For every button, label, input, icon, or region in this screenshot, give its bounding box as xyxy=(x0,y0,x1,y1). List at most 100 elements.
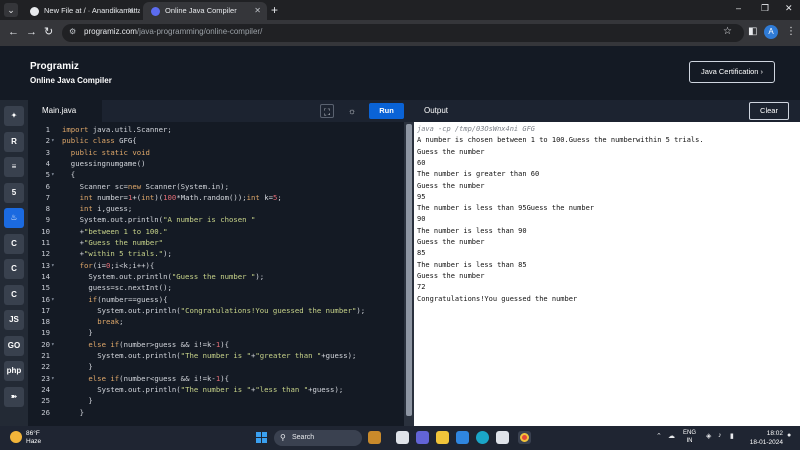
fold-arrow-icon[interactable]: ▾ xyxy=(51,135,55,146)
code-line[interactable]: 20 ▾ else if(number>guess && i!=k-1){ xyxy=(28,339,404,350)
url-text: programiz.com/java-programming/online-co… xyxy=(84,27,263,36)
tab-search-icon[interactable]: ⌄ xyxy=(4,3,18,17)
back-icon[interactable]: ← xyxy=(8,25,19,39)
fold-arrow-icon[interactable]: ▾ xyxy=(51,373,55,384)
r-icon[interactable]: R xyxy=(4,131,24,152)
code-line[interactable]: 12 +"within 5 trials."); xyxy=(28,248,404,259)
code-text: { xyxy=(70,170,76,180)
js-icon[interactable]: JS xyxy=(4,310,24,330)
search-highlight-icon[interactable] xyxy=(368,431,381,444)
code-line[interactable]: 9 System.out.println("A number is chosen … xyxy=(28,214,404,225)
reload-icon[interactable]: ↻ xyxy=(44,25,53,39)
fold-arrow-icon[interactable]: ▾ xyxy=(51,339,55,350)
go-icon[interactable]: GO xyxy=(4,335,24,356)
theme-toggle-icon[interactable]: ☼ xyxy=(345,104,359,118)
scrollbar-thumb[interactable] xyxy=(406,124,412,416)
fold-arrow-icon[interactable]: ▾ xyxy=(51,260,55,271)
code-line[interactable]: 4 guessingnumgame() xyxy=(28,158,404,169)
mail-icon[interactable] xyxy=(456,431,469,444)
task-view-icon[interactable] xyxy=(396,431,409,444)
fold-arrow-icon[interactable]: ▾ xyxy=(51,169,55,180)
windows-start-icon[interactable] xyxy=(256,432,267,443)
java-certification-button[interactable]: Java Certification › xyxy=(689,61,775,83)
code-line[interactable]: 16 ▾ if(number==guess){ xyxy=(28,294,404,305)
volume-icon[interactable]: ♪ xyxy=(718,432,722,439)
php-icon[interactable]: php xyxy=(4,361,24,381)
store-icon[interactable] xyxy=(496,431,509,444)
c-icon[interactable]: C xyxy=(4,233,24,254)
code-line[interactable]: 7 int number=1+(int)(100*Math.random());i… xyxy=(28,192,404,203)
editor-scrollbar[interactable] xyxy=(404,122,414,426)
cpp-icon[interactable]: C xyxy=(4,259,24,279)
taskbar-search[interactable]: ⚲ Search xyxy=(274,430,362,446)
programiz-logo[interactable]: Programiz xyxy=(30,61,79,72)
run-button[interactable]: Run xyxy=(369,103,404,119)
code-line[interactable]: 15 guess=sc.nextInt(); xyxy=(28,282,404,293)
python-icon[interactable]: ✦ xyxy=(4,106,24,126)
edge-icon[interactable] xyxy=(476,431,489,444)
forward-icon[interactable]: → xyxy=(26,25,37,39)
code-text: public static void xyxy=(70,147,150,157)
code-line[interactable]: 26} xyxy=(28,407,404,418)
address-bar[interactable]: ⚙ programiz.com/java-programming/online-… xyxy=(62,24,744,42)
code-line[interactable]: 10 +"between 1 to 100." xyxy=(28,226,404,237)
teams-icon[interactable] xyxy=(416,431,429,444)
code-line[interactable]: 23 ▾ else if(number<guess && i!=k-1){ xyxy=(28,373,404,384)
wifi-icon[interactable]: ◈ xyxy=(706,432,711,440)
output-console[interactable]: java -cp /tmp/03OsWnx4ni GFG A number is … xyxy=(414,122,800,426)
line-number: 18 xyxy=(41,317,50,327)
html-icon[interactable]: 5 xyxy=(4,182,24,203)
java-icon[interactable]: ♨ xyxy=(4,208,24,228)
swift-icon[interactable]: ➽ xyxy=(4,386,24,407)
system-clock[interactable]: 18:02 18-01-2024 xyxy=(747,429,783,447)
code-line[interactable]: 21 System.out.println("The number is "+"g… xyxy=(28,350,404,361)
browser-tab-compiler[interactable]: Online Java Compiler ✕ xyxy=(143,2,267,20)
code-line[interactable]: 24 System.out.println("The number is "+"l… xyxy=(28,384,404,395)
code-line[interactable]: 17 System.out.println("Congratulations!Yo… xyxy=(28,305,404,316)
code-line[interactable]: 14 System.out.println("Guess the number "… xyxy=(28,271,404,282)
site-info-icon[interactable]: ⚙ xyxy=(69,27,76,36)
code-line[interactable]: 5 ▾ { xyxy=(28,169,404,180)
code-line[interactable]: 1 import java.util.Scanner; xyxy=(28,124,404,135)
close-window-icon[interactable]: ✕ xyxy=(785,3,793,14)
profile-avatar[interactable]: A xyxy=(764,25,778,39)
bookmark-star-icon[interactable]: ☆ xyxy=(723,26,732,37)
minimize-icon[interactable]: – xyxy=(736,3,741,13)
close-tab-icon[interactable]: ✕ xyxy=(254,2,261,20)
close-tab-icon[interactable]: ✕ xyxy=(127,2,134,20)
code-line[interactable]: 6 Scanner sc=new Scanner(System.in); xyxy=(28,181,404,192)
tray-chevron-icon[interactable]: ⌃ xyxy=(656,432,662,440)
language-indicator[interactable]: ENG IN xyxy=(683,429,696,445)
weather-text: Haze xyxy=(26,438,42,445)
code-line[interactable]: 2 ▾ public class GFG{ xyxy=(28,135,404,146)
file-tab-main-java[interactable]: Main.java xyxy=(28,100,102,122)
chrome-active-indicator[interactable] xyxy=(518,431,531,444)
clear-button[interactable]: Clear xyxy=(749,102,789,120)
maximize-icon[interactable]: ❐ xyxy=(761,3,769,14)
tab-title: New File at / · Anandikamatta/ xyxy=(44,6,140,15)
code-line[interactable]: 22} xyxy=(28,361,404,372)
sql-icon[interactable]: ≡ xyxy=(4,157,24,177)
notification-icon[interactable]: ● xyxy=(787,432,791,439)
cloud-icon[interactable]: ☁ xyxy=(668,432,675,440)
side-panel-icon[interactable]: ◧ xyxy=(748,26,757,37)
battery-icon[interactable]: ▮ xyxy=(730,432,734,440)
code-line[interactable]: 3 public static void xyxy=(28,147,404,158)
menu-icon[interactable]: ⋮ xyxy=(786,26,796,37)
code-line[interactable]: 11 +"Guess the number" xyxy=(28,237,404,248)
line-number: 10 xyxy=(41,226,50,236)
fold-arrow-icon[interactable]: ▾ xyxy=(51,294,55,305)
code-line[interactable]: 8 int i,guess; xyxy=(28,203,404,214)
browser-tab-github[interactable]: New File at / · Anandikamatta/ ✕ xyxy=(22,2,140,20)
fullscreen-icon[interactable]: ⛶ xyxy=(320,104,334,118)
code-line[interactable]: 19} xyxy=(28,327,404,338)
code-editor[interactable]: 1 import java.util.Scanner; 2 ▾ public class… xyxy=(28,122,404,426)
line-number: 24 xyxy=(41,384,50,394)
code-line[interactable]: 18 break; xyxy=(28,316,404,327)
code-text: int i,guess; xyxy=(79,204,133,214)
code-line[interactable]: 13 ▾ for(i=0;i<k;i++){ xyxy=(28,260,404,271)
csharp-icon[interactable]: C xyxy=(4,284,24,305)
new-tab-button[interactable]: + xyxy=(271,2,278,18)
code-line[interactable]: 25} xyxy=(28,395,404,406)
file-explorer-icon[interactable] xyxy=(436,431,449,444)
